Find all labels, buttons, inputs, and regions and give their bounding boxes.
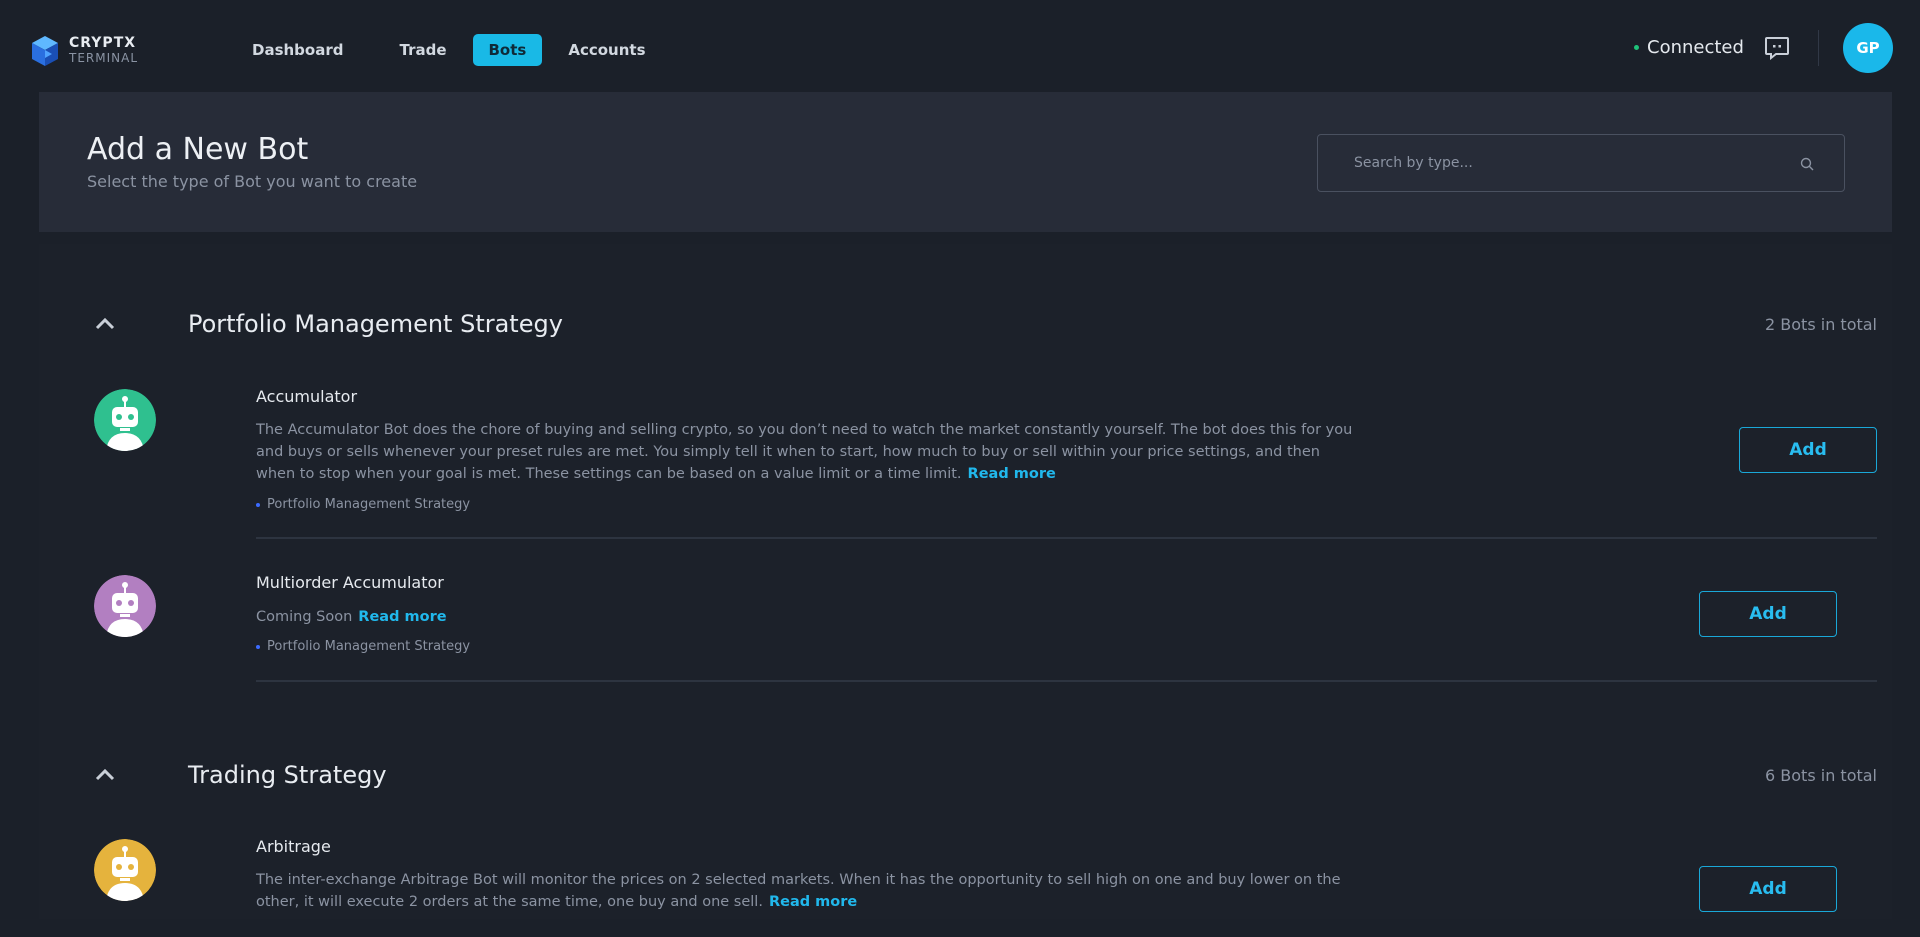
bot-tag-label: Portfolio Management Strategy: [267, 639, 471, 654]
section-title: Trading Strategy: [188, 761, 387, 789]
bot-description-text: The Accumulator Bot does the chore of bu…: [256, 422, 1353, 482]
tag-dot: [256, 502, 260, 507]
bot-tag: Portfolio Management Strategy: [256, 497, 470, 512]
read-more-link[interactable]: Read more: [968, 466, 1056, 482]
brand-name: CRYPTX: [69, 35, 137, 51]
page-title: Add a New Bot: [87, 132, 309, 167]
bot-description-text: Coming Soon: [256, 609, 353, 625]
add-bot-button[interactable]: Add: [1699, 866, 1837, 912]
top-navigation: CRYPTX TERMINAL Dashboard Trade Bots Acc…: [0, 0, 1920, 92]
nav-dashboard[interactable]: Dashboard: [236, 34, 359, 66]
section-header[interactable]: Trading Strategy 6 Bots in total: [94, 757, 1877, 797]
bot-tag-label: Portfolio Management Strategy: [267, 497, 471, 512]
read-more-link[interactable]: Read more: [358, 609, 446, 625]
tag-dot: [256, 644, 260, 649]
bot-list: Portfolio Management Strategy 2 Bots in …: [39, 244, 1892, 919]
add-bot-button[interactable]: Add: [1699, 591, 1837, 637]
nav-divider: [1818, 30, 1819, 66]
nav-trade[interactable]: Trade: [383, 34, 462, 66]
chevron-up-icon[interactable]: [94, 767, 116, 781]
bot-description: The inter-exchange Arbitrage Bot will mo…: [256, 869, 1356, 913]
chat-icon[interactable]: [1764, 36, 1790, 60]
bot-item-multiorder-accumulator: Multiorder Accumulator Coming Soon Read m…: [94, 573, 1877, 675]
divider: [256, 537, 1877, 539]
robot-icon: [94, 389, 156, 451]
bot-description: The Accumulator Bot does the chore of bu…: [256, 419, 1356, 485]
page-header: Add a New Bot Select the type of Bot you…: [39, 92, 1892, 232]
status-dot: [1634, 45, 1639, 50]
chevron-up-icon[interactable]: [94, 316, 116, 330]
search-input[interactable]: [1352, 135, 1792, 191]
search-icon[interactable]: [1800, 157, 1814, 171]
page-subtitle: Select the type of Bot you want to creat…: [87, 172, 418, 191]
bot-item-accumulator: Accumulator The Accumulator Bot does the…: [94, 387, 1877, 549]
read-more-link[interactable]: Read more: [769, 894, 857, 910]
brand-logo[interactable]: CRYPTX TERMINAL: [30, 34, 138, 68]
search-box: [1317, 134, 1845, 192]
add-bot-button[interactable]: Add: [1739, 427, 1877, 473]
bot-description: Coming Soon Read more: [256, 606, 1356, 628]
bot-name: Arbitrage: [256, 837, 331, 856]
bot-name: Multiorder Accumulator: [256, 573, 444, 592]
nav-accounts[interactable]: Accounts: [552, 34, 661, 66]
section-header[interactable]: Portfolio Management Strategy 2 Bots in …: [94, 306, 1877, 346]
robot-icon: [94, 839, 156, 901]
cube-logo-icon: [32, 36, 58, 66]
main-nav: Dashboard Trade Bots Accounts: [236, 34, 662, 66]
brand-subtitle: TERMINAL: [69, 51, 139, 65]
bot-item-arbitrage: Arbitrage The inter-exchange Arbitrage B…: [94, 837, 1877, 919]
bot-name: Accumulator: [256, 387, 358, 406]
divider: [256, 680, 1877, 682]
connection-label: Connected: [1647, 37, 1744, 58]
section-count: 2 Bots in total: [1765, 315, 1877, 334]
bot-tag: Portfolio Management Strategy: [256, 639, 470, 654]
robot-icon: [94, 575, 156, 637]
section-title: Portfolio Management Strategy: [188, 310, 563, 338]
connection-status: Connected: [1634, 37, 1744, 58]
nav-bots[interactable]: Bots: [472, 34, 543, 66]
section-count: 6 Bots in total: [1765, 766, 1877, 785]
user-avatar[interactable]: GP: [1843, 23, 1893, 73]
